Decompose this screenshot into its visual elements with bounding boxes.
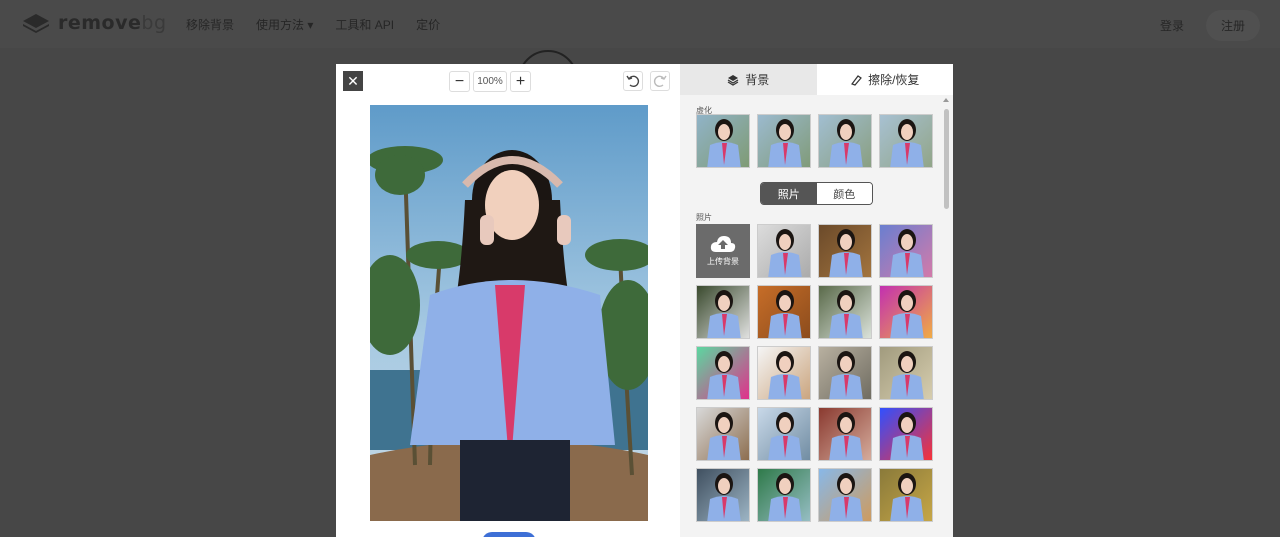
- blur-option-thumbnail[interactable]: [818, 114, 872, 168]
- background-photo-thumbnail[interactable]: [757, 407, 811, 461]
- thumbnail-image: [697, 115, 749, 167]
- background-photo-thumbnail[interactable]: [818, 285, 872, 339]
- thumbnail-image: [819, 286, 871, 338]
- background-photo-thumbnail[interactable]: [757, 285, 811, 339]
- background-photo-thumbnail[interactable]: [879, 346, 933, 400]
- thumbnail-image: [697, 469, 749, 521]
- thumbnail-image: [880, 347, 932, 399]
- background-photo-thumbnail[interactable]: [818, 407, 872, 461]
- background-photo-thumbnail[interactable]: [696, 407, 750, 461]
- tab-background[interactable]: 背景: [680, 64, 817, 95]
- blur-option-thumbnail[interactable]: [696, 114, 750, 168]
- thumbnail-image: [758, 115, 810, 167]
- redo-icon: [653, 75, 667, 88]
- thumbnail-image: [697, 347, 749, 399]
- zoom-in-button[interactable]: +: [510, 71, 531, 92]
- background-photo-thumbnail[interactable]: [696, 346, 750, 400]
- thumbnail-image: [697, 408, 749, 460]
- thumbnail-image: [758, 225, 810, 277]
- nav-pricing[interactable]: 定价: [416, 16, 440, 33]
- thumbnail-image: [758, 408, 810, 460]
- upload-label: 上传背景: [707, 257, 739, 266]
- panel-tabs: 背景 擦除/恢复: [680, 64, 953, 95]
- login-link[interactable]: 登录: [1160, 17, 1184, 34]
- background-photo-thumbnail[interactable]: [757, 224, 811, 278]
- main-nav: 移除背景 使用方法 ▾ 工具和 API 定价: [186, 16, 440, 33]
- background-photo-thumbnail[interactable]: [818, 224, 872, 278]
- logo-text: removebg: [58, 12, 167, 34]
- background-photo-thumbnail[interactable]: [879, 285, 933, 339]
- tab-erase-restore[interactable]: 擦除/恢复: [816, 64, 953, 95]
- nav-tools-api[interactable]: 工具和 API: [335, 16, 394, 33]
- thumbnail-image: [819, 408, 871, 460]
- upload-cloud-icon: [710, 236, 736, 252]
- header-actions: 登录 注册: [1160, 10, 1260, 41]
- plus-icon: +: [515, 72, 526, 90]
- thumbnail-image: [819, 469, 871, 521]
- zoom-level: 100%: [473, 71, 507, 92]
- photo-section-label: 照片: [696, 213, 712, 222]
- thumbnail-image: [880, 115, 932, 167]
- logo-suffix: bg: [141, 12, 167, 34]
- thumbnail-image: [819, 347, 871, 399]
- background-photo-thumbnail[interactable]: [879, 468, 933, 522]
- background-photo-thumbnail[interactable]: [757, 346, 811, 400]
- thumbnail-image: [880, 469, 932, 521]
- nav-how-to[interactable]: 使用方法 ▾: [256, 16, 313, 33]
- upload-background-button[interactable]: 上传背景: [696, 224, 750, 278]
- background-photo-thumbnail[interactable]: [818, 468, 872, 522]
- signup-button[interactable]: 注册: [1205, 10, 1260, 41]
- background-photo-thumbnail[interactable]: [879, 224, 933, 278]
- panel-scrollbar[interactable]: [942, 95, 951, 537]
- thumbnail-image: [880, 408, 932, 460]
- thumbnail-image: [758, 286, 810, 338]
- background-photo-thumbnail[interactable]: [696, 285, 750, 339]
- image-preview[interactable]: [370, 105, 648, 521]
- thumbnail-image: [758, 469, 810, 521]
- thumbnail-image: [880, 286, 932, 338]
- toggle-photo[interactable]: 照片: [761, 183, 817, 204]
- logo[interactable]: removebg: [22, 12, 167, 34]
- redo-button[interactable]: [650, 71, 670, 91]
- background-photo-thumbnail[interactable]: [879, 407, 933, 461]
- close-button[interactable]: ✕: [343, 71, 363, 91]
- thumbnail-image: [697, 286, 749, 338]
- zoom-out-button[interactable]: −: [449, 71, 470, 92]
- background-photo-thumbnail[interactable]: [696, 468, 750, 522]
- tab-background-label: 背景: [745, 73, 770, 87]
- logo-mark-icon: [23, 14, 49, 33]
- background-options: 虚化 照片 颜色 照片 上传背景: [680, 95, 953, 537]
- site-header: removebg 移除背景 使用方法 ▾ 工具和 API 定价 登录 注册: [0, 0, 1280, 48]
- tab-erase-restore-label: 擦除/恢复: [868, 73, 920, 87]
- thumbnail-image: [819, 115, 871, 167]
- toggle-color[interactable]: 颜色: [816, 183, 872, 204]
- scroll-up-arrow-icon[interactable]: [943, 98, 949, 102]
- eraser-icon: [851, 74, 862, 86]
- undo-icon: [626, 75, 640, 88]
- scrollbar-thumb[interactable]: [944, 109, 949, 209]
- background-photo-thumbnail[interactable]: [757, 468, 811, 522]
- download-button[interactable]: [482, 532, 536, 537]
- close-icon: ✕: [347, 73, 359, 89]
- layers-icon: [727, 74, 739, 86]
- editor-modal: ✕ − 100% + 背景 擦除/恢复 虚化 照片 颜色 照片 上传背景: [336, 64, 953, 537]
- background-photo-thumbnail[interactable]: [818, 346, 872, 400]
- blur-option-thumbnail[interactable]: [757, 114, 811, 168]
- nav-remove-bg[interactable]: 移除背景: [186, 16, 234, 33]
- zoom-control: − 100% +: [449, 71, 531, 92]
- photo-color-toggle: 照片 颜色: [760, 182, 873, 205]
- minus-icon: −: [454, 72, 465, 90]
- blur-option-thumbnail[interactable]: [879, 114, 933, 168]
- thumbnail-image: [758, 347, 810, 399]
- side-panel: 背景 擦除/恢复 虚化 照片 颜色 照片 上传背景: [680, 64, 953, 537]
- thumbnail-image: [880, 225, 932, 277]
- undo-button[interactable]: [623, 71, 643, 91]
- preview-photo: [370, 105, 648, 521]
- thumbnail-image: [819, 225, 871, 277]
- logo-main: remove: [58, 12, 142, 34]
